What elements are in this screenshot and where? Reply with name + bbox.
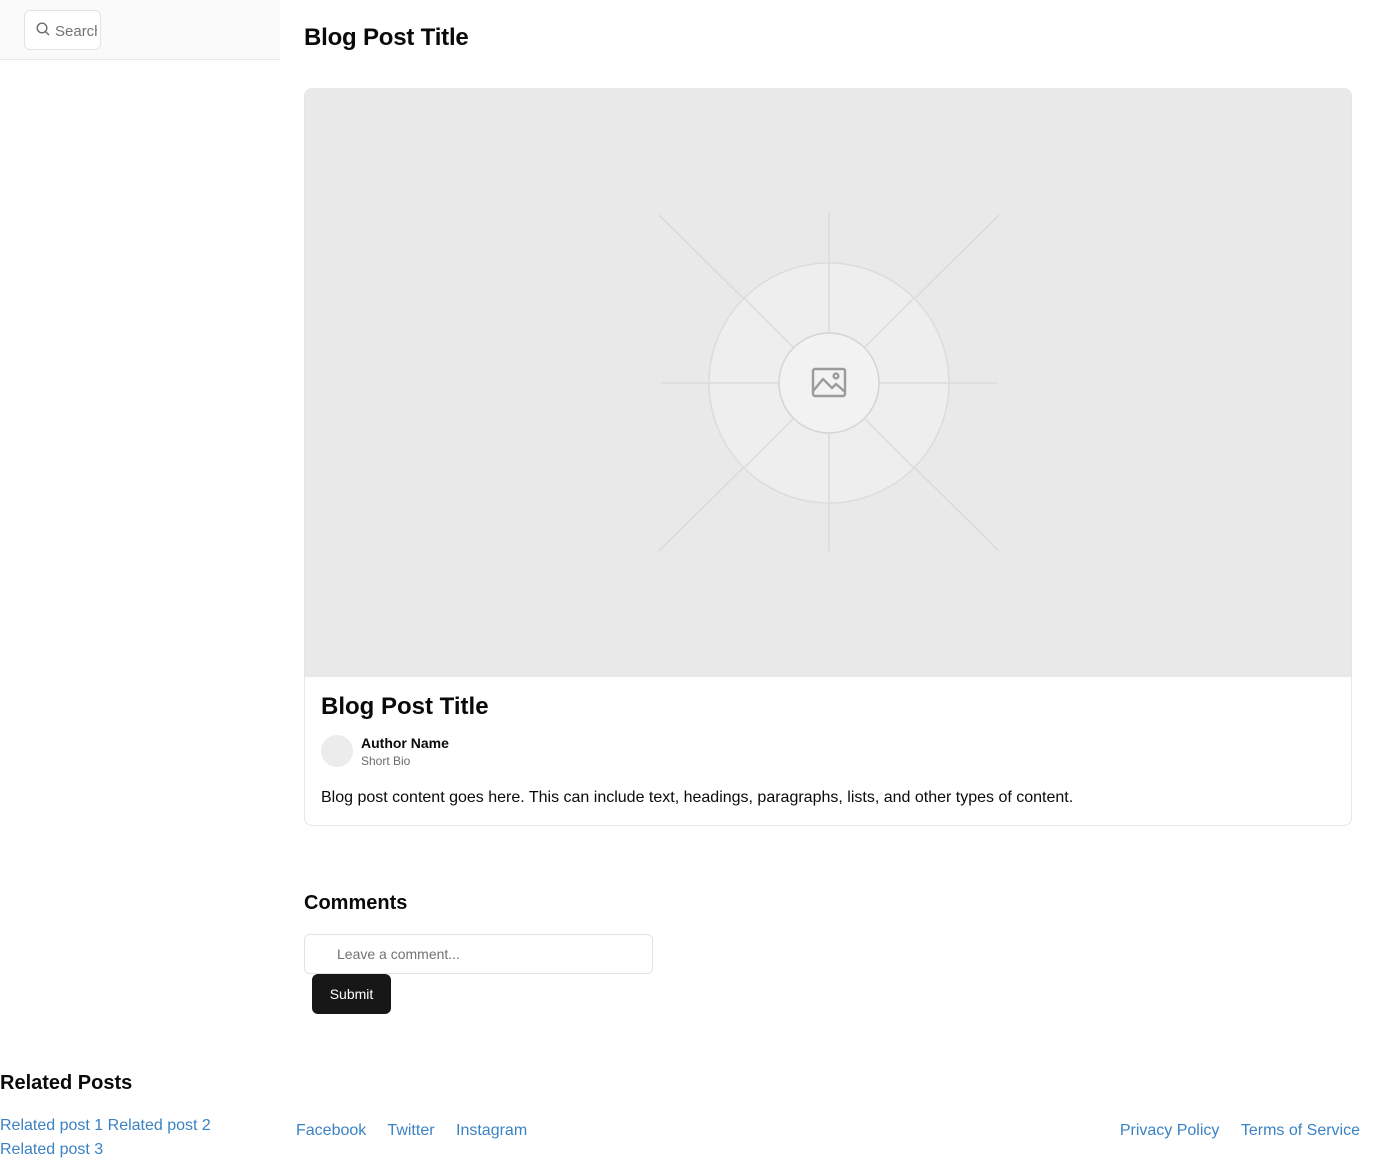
search-box[interactable] [24,10,101,50]
related-posts-list: Related post 1 Related post 2 Related po… [0,1114,240,1162]
search-icon [36,22,50,36]
related-posts-title: Related Posts [0,1072,133,1094]
author-bio: Short Bio [361,754,411,768]
twitter-link[interactable]: Twitter [387,1122,434,1139]
social-links: Facebook Twitter Instagram [296,1122,544,1140]
search-input[interactable] [55,20,97,42]
terms-of-service-link[interactable]: Terms of Service [1241,1122,1360,1139]
legal-links: Privacy Policy Terms of Service [1103,1122,1360,1140]
sidebar-header [0,0,280,60]
page-title: Blog Post Title [304,24,469,51]
comment-input[interactable] [304,934,653,974]
author-name: Author Name [361,735,449,751]
post-title: Blog Post Title [321,693,489,720]
facebook-link[interactable]: Facebook [296,1122,366,1139]
blog-post-card: Blog Post Title Author Name Short Bio Bl… [304,88,1352,826]
related-post-link-1[interactable]: Related post 1 [0,1117,103,1134]
comments-title: Comments [304,892,408,914]
post-content: Blog post content goes here. This can in… [321,789,1074,806]
submit-button[interactable]: Submit [312,974,391,1014]
related-post-link-3[interactable]: Related post 3 [0,1141,103,1158]
avatar [321,735,353,767]
privacy-policy-link[interactable]: Privacy Policy [1120,1122,1220,1139]
related-post-link-2[interactable]: Related post 2 [108,1117,211,1134]
post-image-placeholder [305,89,1351,677]
instagram-link[interactable]: Instagram [456,1122,527,1139]
